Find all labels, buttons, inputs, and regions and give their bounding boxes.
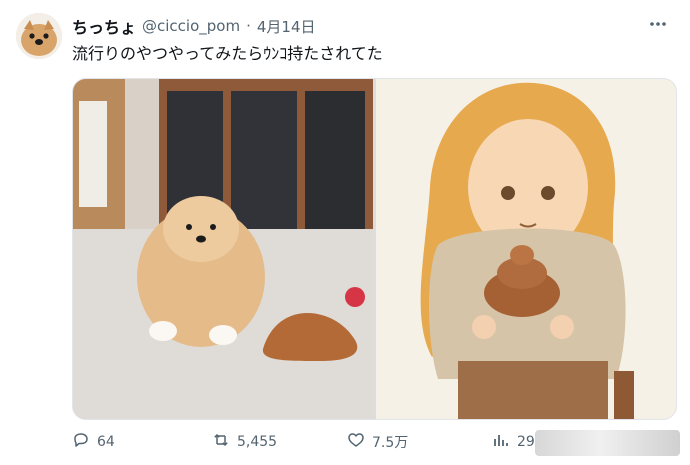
photo-anime-illustration[interactable] [376,79,676,419]
reply-icon [72,431,90,453]
photo-dog[interactable] [73,79,373,419]
more-icon[interactable] [648,14,668,39]
avatar[interactable] [16,13,62,59]
reply-button[interactable]: 64 [72,431,212,453]
retweet-icon [212,431,230,453]
separator-dot: · [246,17,251,35]
blurred-region [535,430,680,456]
tweet-header: ちっちょ @ciccio_pom · 4月14日 [72,14,670,38]
like-count: 7.5万 [372,435,409,451]
display-name[interactable]: ちっちょ [72,14,136,38]
views-icon [492,431,510,453]
like-button[interactable]: 7.5万 [347,431,492,453]
post-date[interactable]: 4月14日 [257,16,316,37]
heart-icon [347,431,365,453]
media-gallery[interactable] [72,78,677,420]
reply-count: 64 [97,434,115,450]
user-handle[interactable]: @ciccio_pom [142,17,240,35]
avatar-dog-image [16,13,62,59]
views-count: 29 [517,434,535,450]
retweet-button[interactable]: 5,455 [212,431,347,453]
tweet-text: 流行りのやつやってみたらｳﾝｺ持たされてた [72,44,383,63]
retweet-count: 5,455 [237,434,278,450]
